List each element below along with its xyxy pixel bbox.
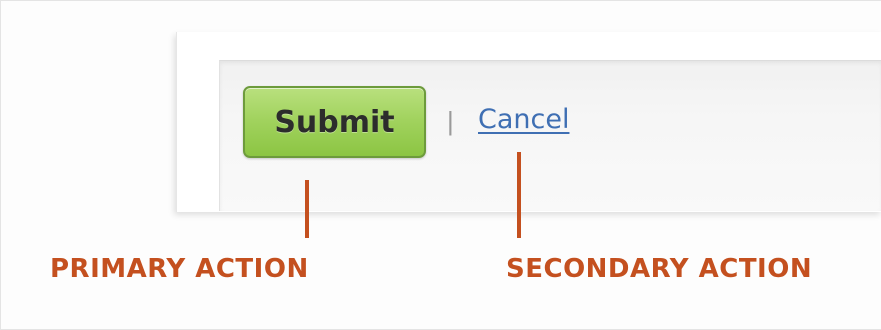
primary-action-callout-line [305,180,309,238]
submit-button[interactable]: Submit [243,86,426,158]
action-separator: | [447,106,454,136]
primary-action-label: PRIMARY ACTION [50,254,309,284]
cancel-link[interactable]: Cancel [478,103,569,137]
secondary-action-label: SECONDARY ACTION [506,254,813,284]
secondary-action-callout-line [517,152,521,238]
